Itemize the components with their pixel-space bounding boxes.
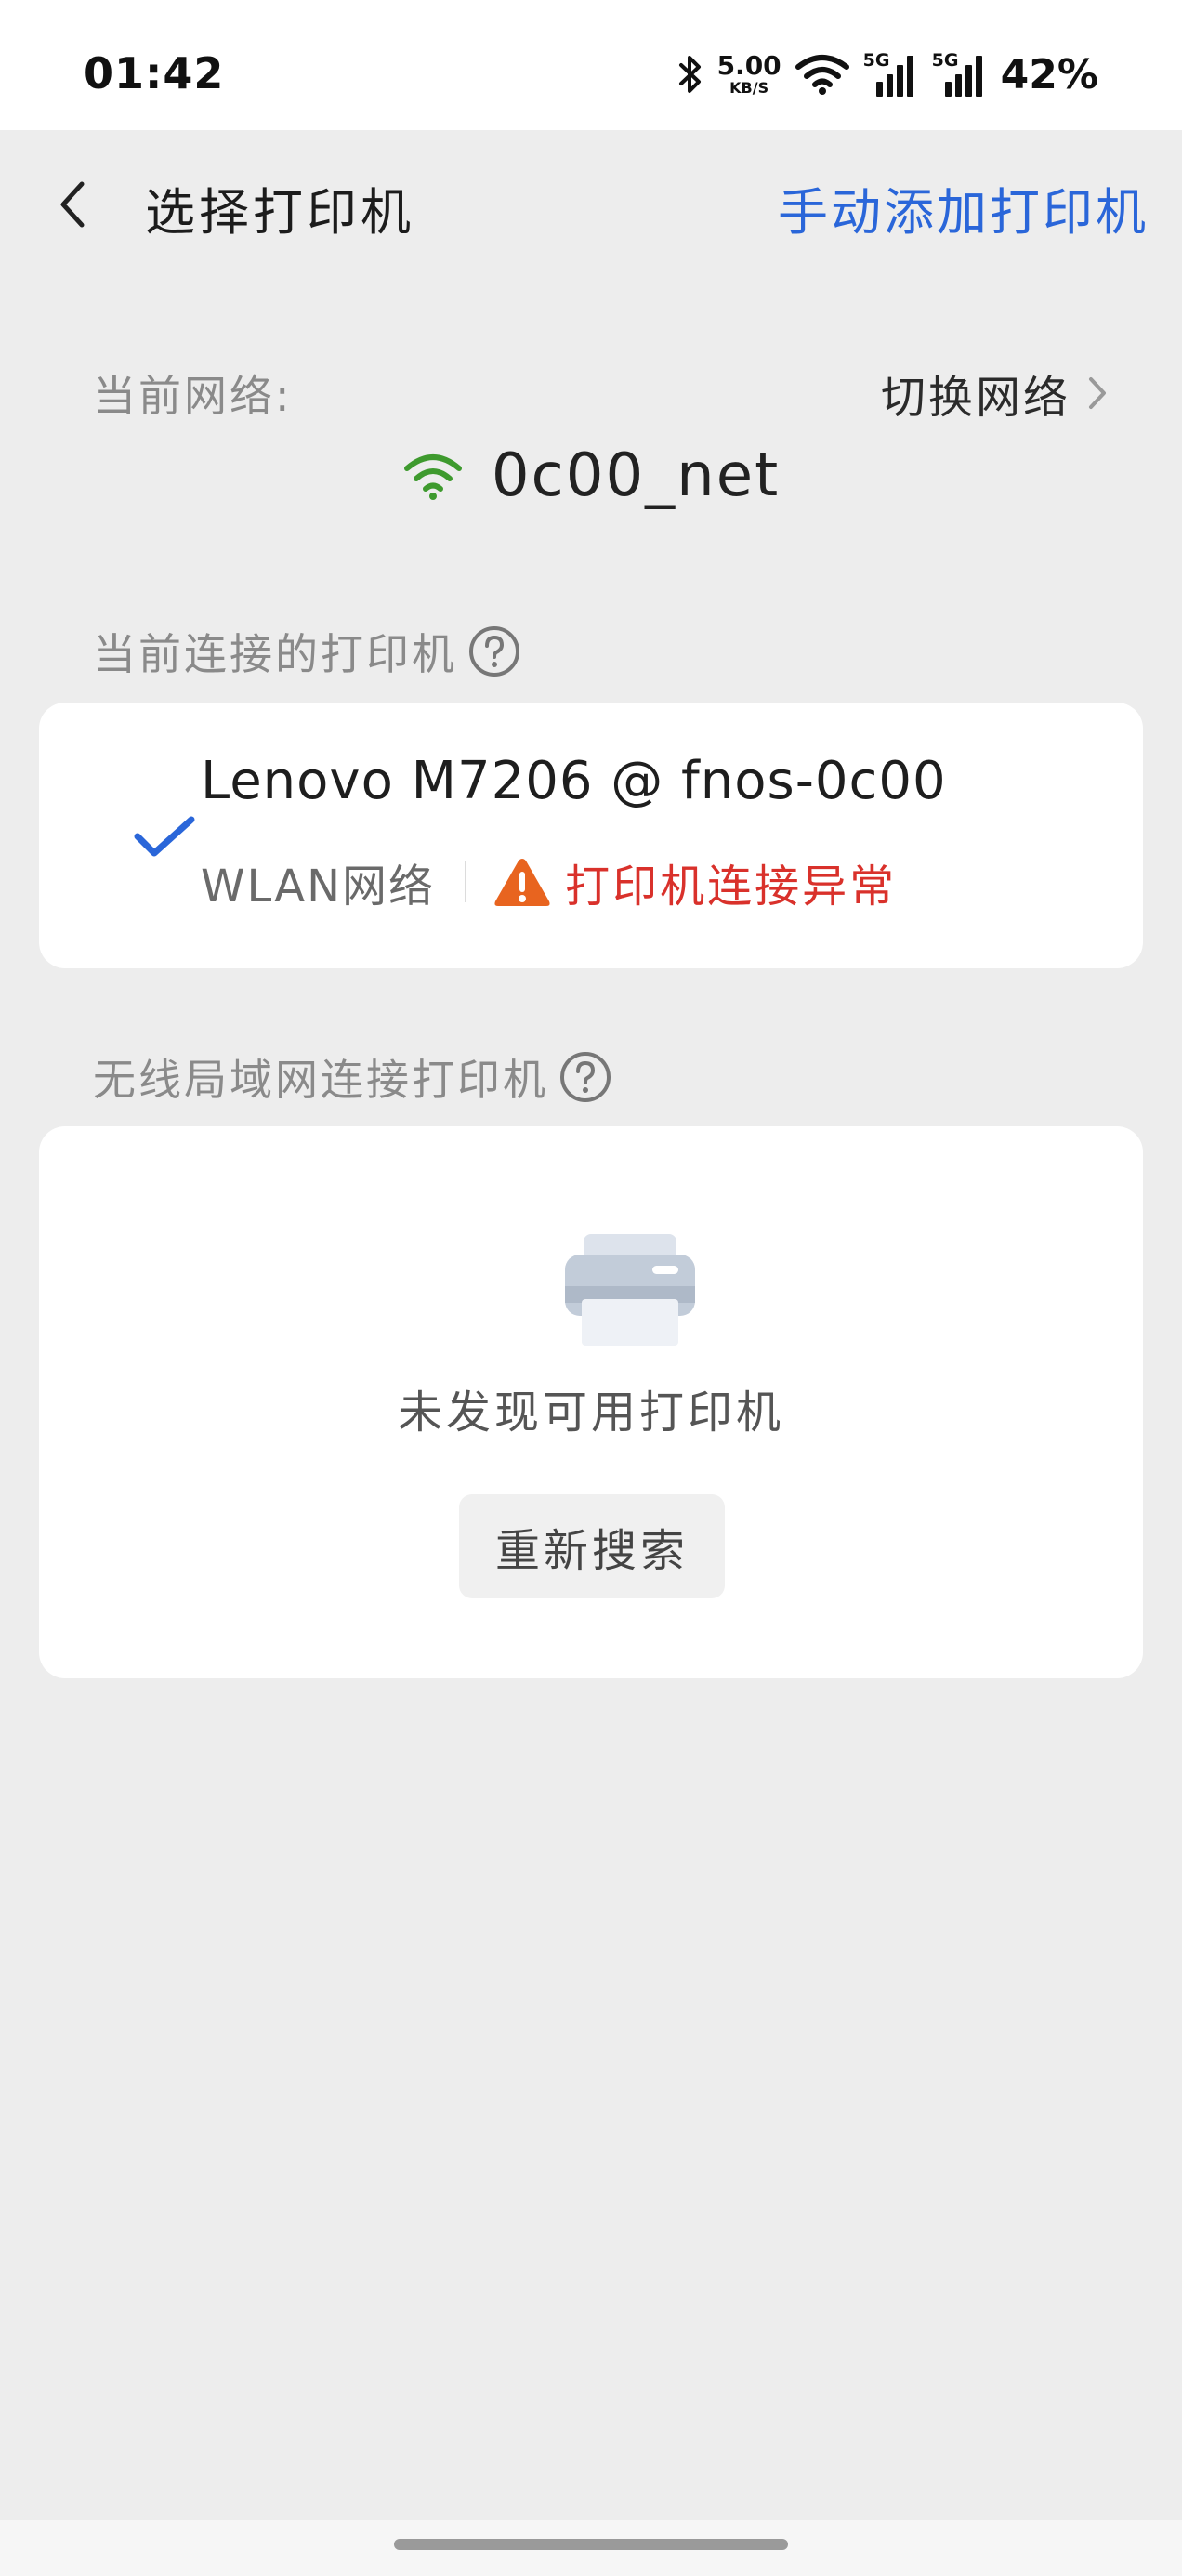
bluetooth-icon (678, 56, 701, 93)
signal-1: 5G (863, 50, 919, 99)
page-title: 选择打印机 (145, 183, 414, 242)
battery-level: 42% (1000, 50, 1098, 99)
status-time: 01:42 (84, 48, 225, 99)
signal-2: 5G (932, 50, 988, 99)
meta-divider (465, 861, 467, 902)
wlan-printers-card: 未发现可用打印机 重新搜索 (39, 1126, 1143, 1678)
signal-icon (875, 56, 913, 97)
current-printer-label: 当前连接的打印机 (93, 629, 457, 679)
help-icon[interactable] (468, 625, 520, 677)
check-icon (134, 816, 195, 857)
home-indicator[interactable] (394, 2539, 788, 2550)
research-button[interactable]: 重新搜索 (459, 1494, 725, 1598)
network-name-row: 0c00_net (0, 441, 1182, 510)
gesture-bar (0, 2520, 1182, 2576)
wifi-icon (403, 454, 462, 500)
status-bar: 01:42 5.00 KB/S 5G 5G 42% (0, 0, 1182, 130)
back-button[interactable] (45, 177, 100, 232)
help-icon[interactable] (559, 1051, 611, 1103)
switch-network-label: 切换网络 (880, 372, 1070, 424)
empty-state-text: 未发现可用打印机 (397, 1387, 784, 1439)
printer-icon (565, 1234, 695, 1346)
printer-meta: WLAN网络 打印机连接异常 (201, 849, 897, 914)
current-printer-section-label: 当前连接的打印机 (93, 621, 520, 682)
wlan-printers-section-label: 无线局域网连接打印机 (93, 1046, 611, 1108)
printer-connection-type: WLAN网络 (201, 861, 436, 913)
chevron-right-icon (1089, 377, 1106, 409)
current-network-label: 当前网络: (93, 371, 293, 421)
current-printer-card[interactable]: Lenovo M7206 @ fnos-0c00 WLAN网络 打印机连接异常 (39, 703, 1143, 968)
printer-name: Lenovo M7206 @ fnos-0c00 (201, 751, 947, 811)
wlan-printers-label: 无线局域网连接打印机 (93, 1055, 548, 1105)
add-printer-manually-button[interactable]: 手动添加打印机 (778, 171, 1149, 244)
network-name: 0c00_net (491, 441, 781, 510)
net-speed-unit: KB/S (729, 79, 769, 97)
printer-status: 打印机连接异常 (565, 861, 898, 913)
wifi-icon (795, 55, 849, 95)
status-icons: 5.00 KB/S 5G 5G 42% (676, 46, 1098, 102)
warning-icon (494, 859, 550, 906)
net-speed-value: 5.00 (716, 50, 781, 81)
switch-network-button[interactable]: 切换网络 (881, 361, 1108, 426)
header: 选择打印机 手动添加打印机 (0, 130, 1182, 279)
signal-icon (944, 56, 982, 97)
back-arrow-icon (60, 181, 85, 228)
net-speed: 5.00 KB/S (717, 53, 781, 96)
